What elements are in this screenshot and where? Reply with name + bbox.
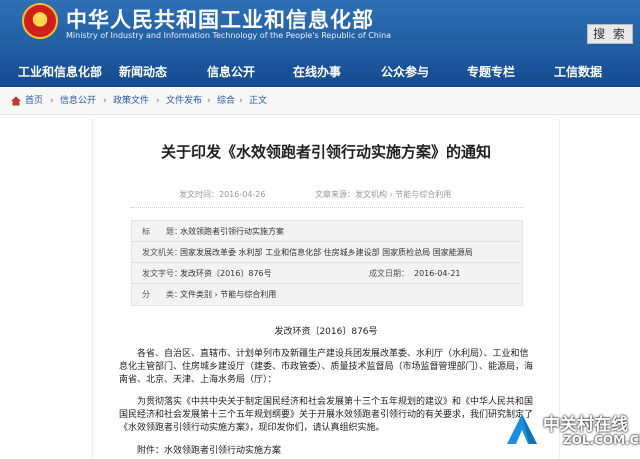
nav-item-info-disclosure[interactable]: 信息公开: [207, 57, 255, 87]
zol-logo-icon: [507, 414, 537, 444]
info-row-category: 分 类： 文件类别 › 节能与综合利用: [132, 284, 522, 305]
breadcrumb-home[interactable]: 首页: [25, 87, 43, 115]
national-emblem-icon: ★: [22, 3, 58, 39]
home-icon: [11, 96, 21, 106]
nav-item-public-participation[interactable]: 公众参与: [381, 57, 429, 87]
main-nav: 工业和信息化部 新闻动态 信息公开 在线办事 公众参与 专题专栏 工信数据: [0, 57, 640, 87]
breadcrumb-separator: ›: [239, 96, 243, 106]
info-row-title: 标 题： 水效领跑者引领行动实施方案: [132, 221, 522, 242]
breadcrumb-separator: ›: [103, 96, 107, 106]
watermark-sub-text: ZOL.COM.CN: [563, 433, 640, 447]
info-label: 发文机关：: [142, 248, 182, 257]
site-subtitle: Ministry of Industry and Information Tec…: [66, 31, 392, 40]
nav-item-news[interactable]: 新闻动态: [119, 57, 167, 87]
info-row-issuer: 发文机关： 国家发展改革委 水利部 工业和信息化部 住房城乡建设部 国家质检总局…: [132, 242, 522, 263]
search-button[interactable]: 搜 索: [587, 24, 633, 44]
body-paragraph: 为贯彻落实《中共中央关于制定国民经济和社会发展第十三个五年规划的建议》和《中华人…: [119, 397, 534, 433]
breadcrumb-separator: ›: [50, 96, 54, 106]
attachment-line[interactable]: 附件：水效领跑者引领行动实施方案: [119, 445, 537, 458]
article-title: 关于印发《水效领跑者引领行动实施方案》的通知: [160, 143, 491, 161]
breadcrumb: 首页 › 信息公开 › 政策文件 › 文件发布 › 综合 › 正文: [0, 87, 640, 115]
info-label: 分 类：: [142, 290, 182, 299]
nav-item-special-topics[interactable]: 专题专栏: [467, 57, 515, 87]
breadcrumb-general[interactable]: 综合: [217, 87, 235, 115]
site-header: ★ 中华人民共和国工业和信息化部 Ministry of Industry an…: [0, 0, 640, 57]
info-value: 水效领跑者引领行动实施方案: [180, 227, 284, 236]
info-value: 国家发展改革委 水利部 工业和信息化部 住房城乡建设部 国家质检总局 国家能源局: [180, 248, 473, 257]
watermark-main-text: 中关村在线: [543, 415, 628, 435]
breadcrumb-policy-docs[interactable]: 政策文件: [113, 87, 149, 115]
page: ★ 中华人民共和国工业和信息化部 Ministry of Industry an…: [0, 0, 640, 459]
breadcrumb-separator: ›: [156, 96, 160, 106]
recipients-paragraph: 各省、自治区、直辖市、计划单列市及新疆生产建设兵团发展改革委、水利厅（水利局）、…: [119, 349, 534, 385]
info-value: 文件类别 › 节能与综合利用: [180, 290, 277, 299]
site-title[interactable]: 中华人民共和国工业和信息化部: [66, 4, 374, 34]
info-value: 2016-04-21: [414, 269, 461, 278]
article-container: 关于印发《水效领跑者引领行动实施方案》的通知 发文时间：2016-04-26 文…: [92, 119, 560, 459]
info-row-doc-number: 发文字号： 发改环资〔2016〕876号 成文日期： 2016-04-21: [132, 263, 522, 284]
article-source: 文章来源：发文机构 › 节能与综合利用: [315, 190, 452, 199]
watermark: 中关村在线 ZOL.COM.CN: [505, 406, 640, 452]
nav-item-ministry[interactable]: 工业和信息化部: [18, 57, 102, 87]
publish-time: 发文时间：2016-04-26: [179, 190, 266, 199]
nav-item-online-services[interactable]: 在线办事: [293, 57, 341, 87]
breadcrumb-separator: ›: [207, 96, 211, 106]
info-label: 标 题：: [142, 227, 182, 236]
nav-item-data[interactable]: 工信数据: [554, 57, 602, 87]
document-number: 发改环资〔2016〕876号: [274, 327, 378, 337]
breadcrumb-current: 正文: [249, 96, 268, 106]
info-value: 发改环资〔2016〕876号: [180, 269, 272, 278]
document-info-table: 标 题： 水效领跑者引领行动实施方案 发文机关： 国家发展改革委 水利部 工业和…: [131, 220, 523, 306]
info-label: 成文日期：: [369, 269, 409, 278]
divider: [131, 207, 523, 208]
breadcrumb-info-disclosure[interactable]: 信息公开: [60, 87, 96, 115]
breadcrumb-doc-release[interactable]: 文件发布: [166, 87, 202, 115]
info-label: 发文字号：: [142, 269, 182, 278]
